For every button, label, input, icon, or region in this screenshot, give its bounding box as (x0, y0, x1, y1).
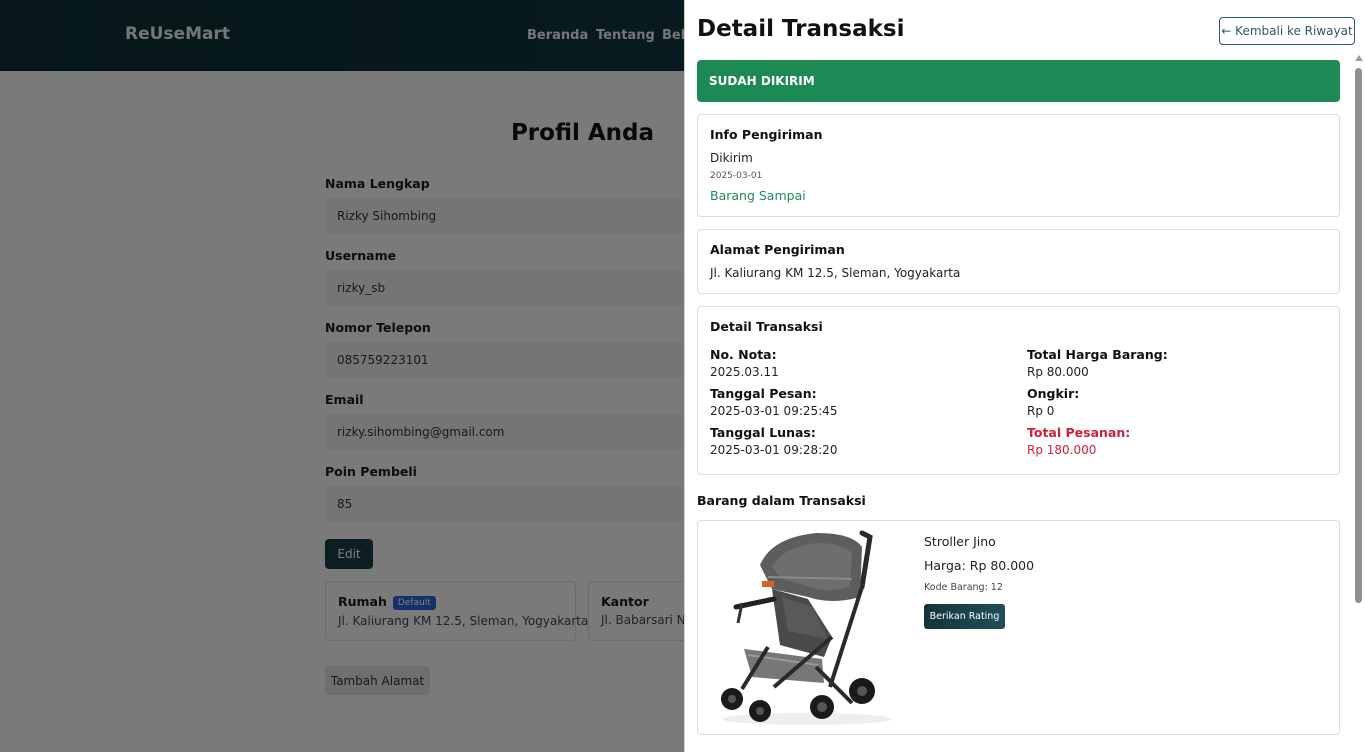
transaction-detail-drawer: Detail Transaksi ← Kembali ke Riwayat SU… (684, 0, 1365, 752)
give-rating-button[interactable]: Berikan Rating (924, 604, 1005, 629)
shipping-address-title: Alamat Pengiriman (710, 242, 845, 257)
shipping-address-card: Alamat Pengiriman Jl. Kaliurang KM 12.5,… (697, 229, 1340, 294)
order-date-label: Tanggal Pesan: (710, 386, 817, 401)
product-card: Stroller Jino Harga: Rp 80.000 Kode Bara… (697, 520, 1340, 735)
stroller-image (712, 527, 902, 729)
shipping-arrived-status: Barang Sampai (710, 188, 806, 203)
product-price: Harga: Rp 80.000 (924, 558, 1035, 573)
shipping-info-title: Info Pengiriman (710, 127, 823, 142)
drawer-title: Detail Transaksi (697, 16, 905, 42)
back-to-history-button[interactable]: ← Kembali ke Riwayat (1219, 17, 1355, 45)
status-banner: SUDAH DIKIRIM (697, 60, 1340, 102)
detail-left-column: No. Nota: 2025.03.11 Tanggal Pesan: 2025… (710, 347, 837, 464)
product-name: Stroller Jino (924, 534, 996, 549)
shipping-address-text: Jl. Kaliurang KM 12.5, Sleman, Yogyakart… (710, 266, 961, 280)
shipping-cost-value: Rp 0 (1027, 404, 1055, 418)
product-code: Kode Barang: 12 (924, 582, 1003, 593)
detail-right-column: Total Harga Barang: Rp 80.000 Ongkir: Rp… (1027, 347, 1168, 464)
order-total-value: Rp 180.000 (1027, 443, 1097, 457)
scroll-up-arrow-icon[interactable] (1355, 55, 1363, 61)
item-total-value: Rp 80.000 (1027, 365, 1089, 379)
order-date-value: 2025-03-01 09:25:45 (710, 404, 838, 418)
paid-date-label: Tanggal Lunas: (710, 425, 816, 440)
shipping-cost-label: Ongkir: (1027, 386, 1080, 401)
drawer-scrollbar[interactable] (1354, 55, 1363, 752)
shipping-status: Dikirim (710, 151, 753, 165)
item-total-label: Total Harga Barang: (1027, 347, 1168, 362)
paid-date-value: 2025-03-01 09:28:20 (710, 443, 838, 457)
shipping-info-card: Info Pengiriman Dikirim 2025-03-01 Baran… (697, 114, 1340, 217)
items-heading: Barang dalam Transaksi (697, 493, 866, 508)
invoice-number-label: No. Nota: (710, 347, 777, 362)
shipping-date: 2025-03-01 (710, 171, 763, 181)
invoice-number-value: 2025.03.11 (710, 365, 779, 379)
scrollbar-thumb[interactable] (1355, 68, 1362, 603)
transaction-detail-card: Detail Transaksi No. Nota: 2025.03.11 Ta… (697, 306, 1340, 475)
product-info: Stroller Jino Harga: Rp 80.000 Kode Bara… (924, 534, 1034, 629)
transaction-detail-title: Detail Transaksi (710, 319, 823, 334)
order-total-label: Total Pesanan: (1027, 425, 1131, 440)
